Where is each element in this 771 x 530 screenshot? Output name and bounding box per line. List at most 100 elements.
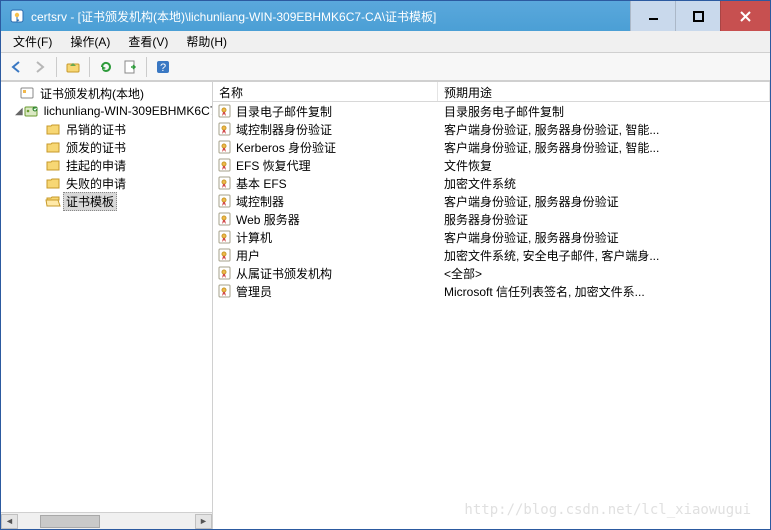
list-row[interactable]: Web 服务器服务器身份验证 <box>213 210 770 228</box>
tree-label: 挂起的申请 <box>63 156 129 175</box>
maximize-button[interactable] <box>675 1 720 31</box>
list-body[interactable]: 目录电子邮件复制目录服务电子邮件复制域控制器身份验证客户端身份验证, 服务器身份… <box>213 102 770 529</box>
toolbar-separator <box>146 57 147 77</box>
cell-name: 域控制器 <box>213 193 438 210</box>
row-name-text: Kerberos 身份验证 <box>236 139 336 156</box>
cell-name: 目录电子邮件复制 <box>213 103 438 120</box>
row-name-text: 管理员 <box>236 283 272 300</box>
titlebar[interactable]: certsrv - [证书颁发机构(本地)\lichunliang-WIN-30… <box>1 1 770 31</box>
list-row[interactable]: 域控制器身份验证 客户端身份验证, 服务器身份验证, 智能... <box>213 120 770 138</box>
tree-label: 证书模板 <box>63 192 117 211</box>
certificate-template-icon <box>217 175 233 191</box>
row-name-text: EFS 恢复代理 <box>236 157 311 174</box>
cell-purpose: 文件恢复 <box>438 157 770 174</box>
content-area: 证书颁发机构(本地) ◢ lichunliang-WIN-309EBHMK6C7… <box>1 81 770 529</box>
row-name-text: 用户 <box>236 247 260 264</box>
scroll-left-button[interactable]: ◄ <box>1 514 18 529</box>
tree-revoked[interactable]: 吊销的证书 <box>1 120 212 138</box>
toolbar-separator <box>89 57 90 77</box>
tree[interactable]: 证书颁发机构(本地) ◢ lichunliang-WIN-309EBHMK6C7… <box>1 82 212 512</box>
certificate-template-icon <box>217 265 233 281</box>
cell-purpose: 服务器身份验证 <box>438 211 770 228</box>
tree-ca[interactable]: ◢ lichunliang-WIN-309EBHMK6C7-CA <box>1 102 212 120</box>
expander-icon[interactable]: ◢ <box>15 106 23 117</box>
scroll-right-button[interactable]: ► <box>195 514 212 529</box>
app-icon <box>9 8 25 24</box>
cell-name: Web 服务器 <box>213 211 438 228</box>
forward-button[interactable] <box>29 56 51 78</box>
scroll-track[interactable] <box>18 514 195 529</box>
scroll-thumb[interactable] <box>40 515 100 528</box>
certificate-template-icon <box>217 139 233 155</box>
menu-file[interactable]: 文件(F) <box>5 31 60 52</box>
certificate-template-icon <box>217 103 233 119</box>
folder-open-icon <box>45 193 61 209</box>
row-name-text: 计算机 <box>236 229 272 246</box>
horizontal-scrollbar[interactable]: ◄ ► <box>1 512 212 529</box>
certificate-template-icon <box>217 121 233 137</box>
cell-name: 计算机 <box>213 229 438 246</box>
cell-purpose: 客户端身份验证, 服务器身份验证 <box>438 193 770 210</box>
cell-name: 用户 <box>213 247 438 264</box>
up-folder-button[interactable] <box>62 56 84 78</box>
list-row[interactable]: 用户 加密文件系统, 安全电子邮件, 客户端身... <box>213 246 770 264</box>
list-row[interactable]: 基本 EFS 加密文件系统 <box>213 174 770 192</box>
certificate-template-icon <box>217 157 233 173</box>
row-name-text: 域控制器身份验证 <box>236 121 332 138</box>
certificate-template-icon <box>217 283 233 299</box>
tree-root[interactable]: 证书颁发机构(本地) <box>1 84 212 102</box>
cell-purpose: 客户端身份验证, 服务器身份验证, 智能... <box>438 121 770 138</box>
tree-issued[interactable]: 颁发的证书 <box>1 138 212 156</box>
list-row[interactable]: 目录电子邮件复制目录服务电子邮件复制 <box>213 102 770 120</box>
cell-name: 基本 EFS <box>213 175 438 192</box>
list-row[interactable]: 计算机 客户端身份验证, 服务器身份验证 <box>213 228 770 246</box>
help-button[interactable]: ? <box>152 56 174 78</box>
menu-help[interactable]: 帮助(H) <box>178 31 235 52</box>
window-title: certsrv - [证书颁发机构(本地)\lichunliang-WIN-30… <box>31 8 630 25</box>
list-row[interactable]: EFS 恢复代理 文件恢复 <box>213 156 770 174</box>
cell-purpose: Microsoft 信任列表签名, 加密文件系... <box>438 283 770 300</box>
cell-purpose: 加密文件系统 <box>438 175 770 192</box>
close-button[interactable] <box>720 1 770 31</box>
list-row[interactable]: 管理员 Microsoft 信任列表签名, 加密文件系... <box>213 282 770 300</box>
cell-name: Kerberos 身份验证 <box>213 139 438 156</box>
row-name-text: 基本 EFS <box>236 175 287 192</box>
cell-purpose: 加密文件系统, 安全电子邮件, 客户端身... <box>438 247 770 264</box>
list-row[interactable]: Kerberos 身份验证客户端身份验证, 服务器身份验证, 智能... <box>213 138 770 156</box>
refresh-button[interactable] <box>95 56 117 78</box>
column-purpose[interactable]: 预期用途 <box>438 82 770 101</box>
cell-name: 域控制器身份验证 <box>213 121 438 138</box>
row-name-text: 域控制器 <box>236 193 284 210</box>
certificate-template-icon <box>217 229 233 245</box>
tree-label: 颁发的证书 <box>63 138 129 157</box>
tree-label: 失败的申请 <box>63 174 129 193</box>
ca-server-icon <box>23 103 39 119</box>
tree-label: lichunliang-WIN-309EBHMK6C7-CA <box>41 103 212 119</box>
list-row[interactable]: 从属证书颁发机构<全部> <box>213 264 770 282</box>
menu-view[interactable]: 查看(V) <box>120 31 176 52</box>
folder-icon <box>45 139 61 155</box>
list-pane: 名称 预期用途 目录电子邮件复制目录服务电子邮件复制域控制器身份验证客户端身份验… <box>213 82 770 529</box>
cell-name: 从属证书颁发机构 <box>213 265 438 282</box>
menubar: 文件(F) 操作(A) 查看(V) 帮助(H) <box>1 31 770 53</box>
tree-pane: 证书颁发机构(本地) ◢ lichunliang-WIN-309EBHMK6C7… <box>1 82 213 529</box>
tree-templates[interactable]: 证书模板 <box>1 192 212 210</box>
certificate-template-icon <box>217 247 233 263</box>
column-name[interactable]: 名称 <box>213 82 438 101</box>
tree-failed[interactable]: 失败的申请 <box>1 174 212 192</box>
folder-icon <box>45 157 61 173</box>
export-list-button[interactable] <box>119 56 141 78</box>
window-frame: certsrv - [证书颁发机构(本地)\lichunliang-WIN-30… <box>0 0 771 530</box>
ca-authority-icon <box>19 85 35 101</box>
back-button[interactable] <box>5 56 27 78</box>
minimize-button[interactable] <box>630 1 675 31</box>
row-name-text: 目录电子邮件复制 <box>236 103 332 120</box>
toolbar-separator <box>56 57 57 77</box>
cell-purpose: 客户端身份验证, 服务器身份验证 <box>438 229 770 246</box>
list-row[interactable]: 域控制器 客户端身份验证, 服务器身份验证 <box>213 192 770 210</box>
menu-action[interactable]: 操作(A) <box>62 31 118 52</box>
folder-icon <box>45 121 61 137</box>
tree-label: 证书颁发机构(本地) <box>37 84 147 103</box>
tree-label: 吊销的证书 <box>63 120 129 139</box>
tree-pending[interactable]: 挂起的申请 <box>1 156 212 174</box>
